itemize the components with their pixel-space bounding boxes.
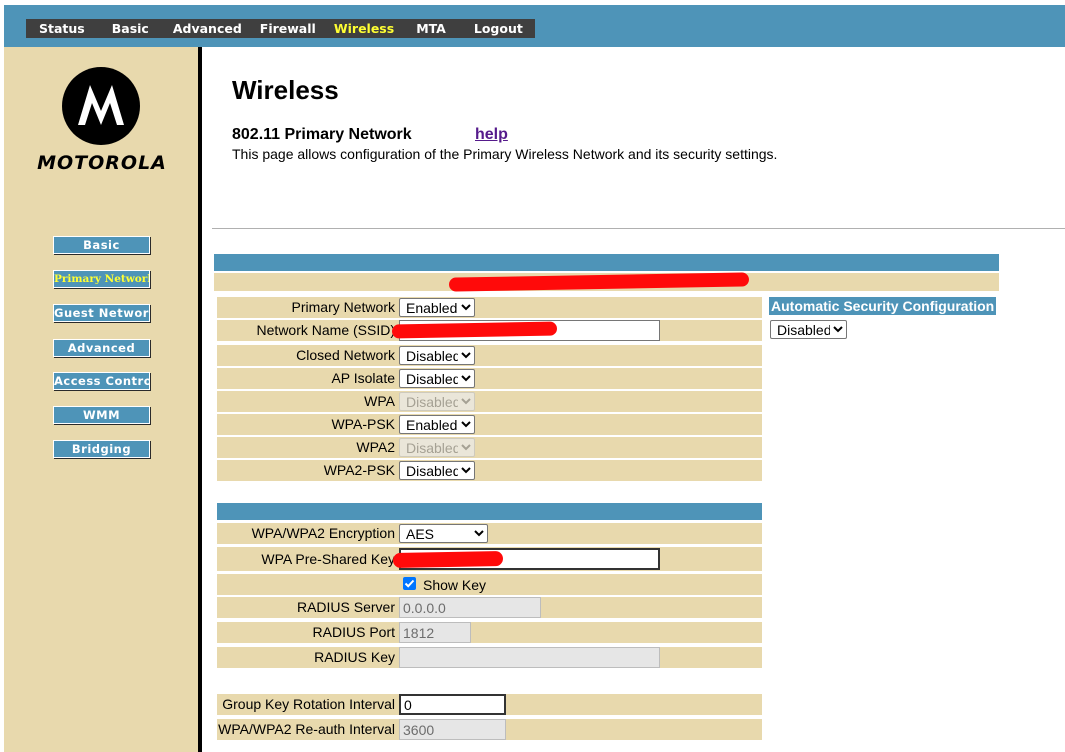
redaction-mark xyxy=(448,272,750,292)
redaction-mark xyxy=(392,551,504,568)
auto-security-header: Automatic Security Configuration xyxy=(769,297,996,315)
help-link[interactable]: help xyxy=(475,126,508,144)
ap-isolate-label: AP Isolate xyxy=(331,370,395,386)
top-nav: Status Basic Advanced Firewall Wireless … xyxy=(26,19,535,38)
sidebar-item-primary-network[interactable]: Primary Network xyxy=(53,270,150,288)
row-wpa2-psk: WPA2-PSK Disabled xyxy=(217,460,762,481)
psk-label: WPA Pre-Shared Key xyxy=(261,551,395,567)
wpa-select[interactable]: Disabled xyxy=(399,392,475,411)
row-closed-network: Closed Network Disabled xyxy=(217,345,762,366)
radius-key-input[interactable] xyxy=(399,647,660,668)
row-primary-network: Primary Network Enabled xyxy=(217,297,762,318)
nav-firewall[interactable]: Firewall xyxy=(260,21,316,36)
nav-basic[interactable]: Basic xyxy=(112,21,149,36)
show-key-label: Show Key xyxy=(423,577,487,593)
nav-logout[interactable]: Logout xyxy=(474,21,523,36)
group-key-interval-label: Group Key Rotation Interval xyxy=(222,696,395,712)
wpa-psk-label: WPA-PSK xyxy=(331,416,395,432)
sidebar-item-guest-network[interactable]: Guest Network xyxy=(53,304,150,322)
row-show-key: Show Key xyxy=(217,574,762,595)
row-group-key-interval: Group Key Rotation Interval xyxy=(217,694,762,715)
wpa-psk-select[interactable]: Enabled xyxy=(399,415,475,434)
page-description: This page allows configuration of the Pr… xyxy=(232,146,778,162)
row-radius-port: RADIUS Port xyxy=(217,622,762,643)
encryption-header-bar xyxy=(217,503,762,520)
wpa2-psk-select[interactable]: Disabled xyxy=(399,461,475,480)
row-reauth-interval: WPA/WPA2 Re-auth Interval xyxy=(217,719,762,740)
section-header-bar xyxy=(214,254,999,271)
section-title: 802.11 Primary Network xyxy=(232,126,412,143)
redaction-mark xyxy=(391,321,558,339)
wpa2-label: WPA2 xyxy=(356,439,395,455)
header-divider xyxy=(212,228,1065,229)
reauth-interval-input[interactable] xyxy=(399,719,506,740)
encryption-label: WPA/WPA2 Encryption xyxy=(251,525,395,541)
nav-mta[interactable]: MTA xyxy=(416,21,446,36)
sidebar-item-advanced[interactable]: Advanced xyxy=(53,339,150,357)
radius-key-label: RADIUS Key xyxy=(314,649,395,665)
brand-name: MOTOROLA xyxy=(37,152,167,174)
primary-network-label: Primary Network xyxy=(291,299,395,315)
nav-advanced[interactable]: Advanced xyxy=(173,21,242,36)
reauth-interval-label: WPA/WPA2 Re-auth Interval xyxy=(218,721,395,737)
ap-isolate-select[interactable]: Disabled xyxy=(399,369,475,388)
row-radius-server: RADIUS Server xyxy=(217,597,762,618)
row-ap-isolate: AP Isolate Disabled xyxy=(217,368,762,389)
primary-network-select[interactable]: Enabled xyxy=(399,298,475,317)
wpa2-select[interactable]: Disabled xyxy=(399,438,475,457)
nav-wireless[interactable]: Wireless xyxy=(334,21,394,36)
sidebar-item-wmm[interactable]: WMM xyxy=(53,406,150,424)
radius-server-label: RADIUS Server xyxy=(296,599,395,615)
sidebar-item-basic[interactable]: Basic xyxy=(53,236,150,254)
row-encryption: WPA/WPA2 Encryption AES xyxy=(217,523,762,544)
radius-port-label: RADIUS Port xyxy=(312,624,395,640)
row-wpa: WPA Disabled xyxy=(217,391,762,412)
top-banner: Status Basic Advanced Firewall Wireless … xyxy=(4,5,1065,47)
auto-security-select[interactable]: Disabled xyxy=(770,320,847,339)
sidebar-divider xyxy=(198,47,202,752)
sidebar: MOTOROLA Basic Primary Network Guest Net… xyxy=(4,47,200,752)
row-wpa-psk: WPA-PSK Enabled xyxy=(217,414,762,435)
row-radius-key: RADIUS Key xyxy=(217,647,762,668)
closed-network-label: Closed Network xyxy=(296,347,395,363)
sidebar-item-bridging[interactable]: Bridging xyxy=(53,440,150,458)
motorola-logo-icon xyxy=(62,67,140,145)
sidebar-item-access-control[interactable]: Access Control xyxy=(53,372,150,390)
show-key-checkbox[interactable] xyxy=(403,577,416,590)
page-title: Wireless xyxy=(232,75,339,105)
row-network-name: Network Name (SSID) xyxy=(217,320,762,341)
encryption-select[interactable]: AES xyxy=(399,524,488,543)
wpa2-psk-label: WPA2-PSK xyxy=(323,462,395,478)
closed-network-select[interactable]: Disabled xyxy=(399,346,475,365)
radius-server-input[interactable] xyxy=(399,597,541,618)
network-name-label: Network Name (SSID) xyxy=(256,322,395,338)
wpa-label: WPA xyxy=(364,393,395,409)
nav-status[interactable]: Status xyxy=(39,21,85,36)
group-key-interval-input[interactable] xyxy=(399,694,506,715)
row-wpa2: WPA2 Disabled xyxy=(217,437,762,458)
row-psk: WPA Pre-Shared Key xyxy=(217,547,762,571)
ssid-title-row xyxy=(214,272,999,292)
radius-port-input[interactable] xyxy=(399,622,471,643)
